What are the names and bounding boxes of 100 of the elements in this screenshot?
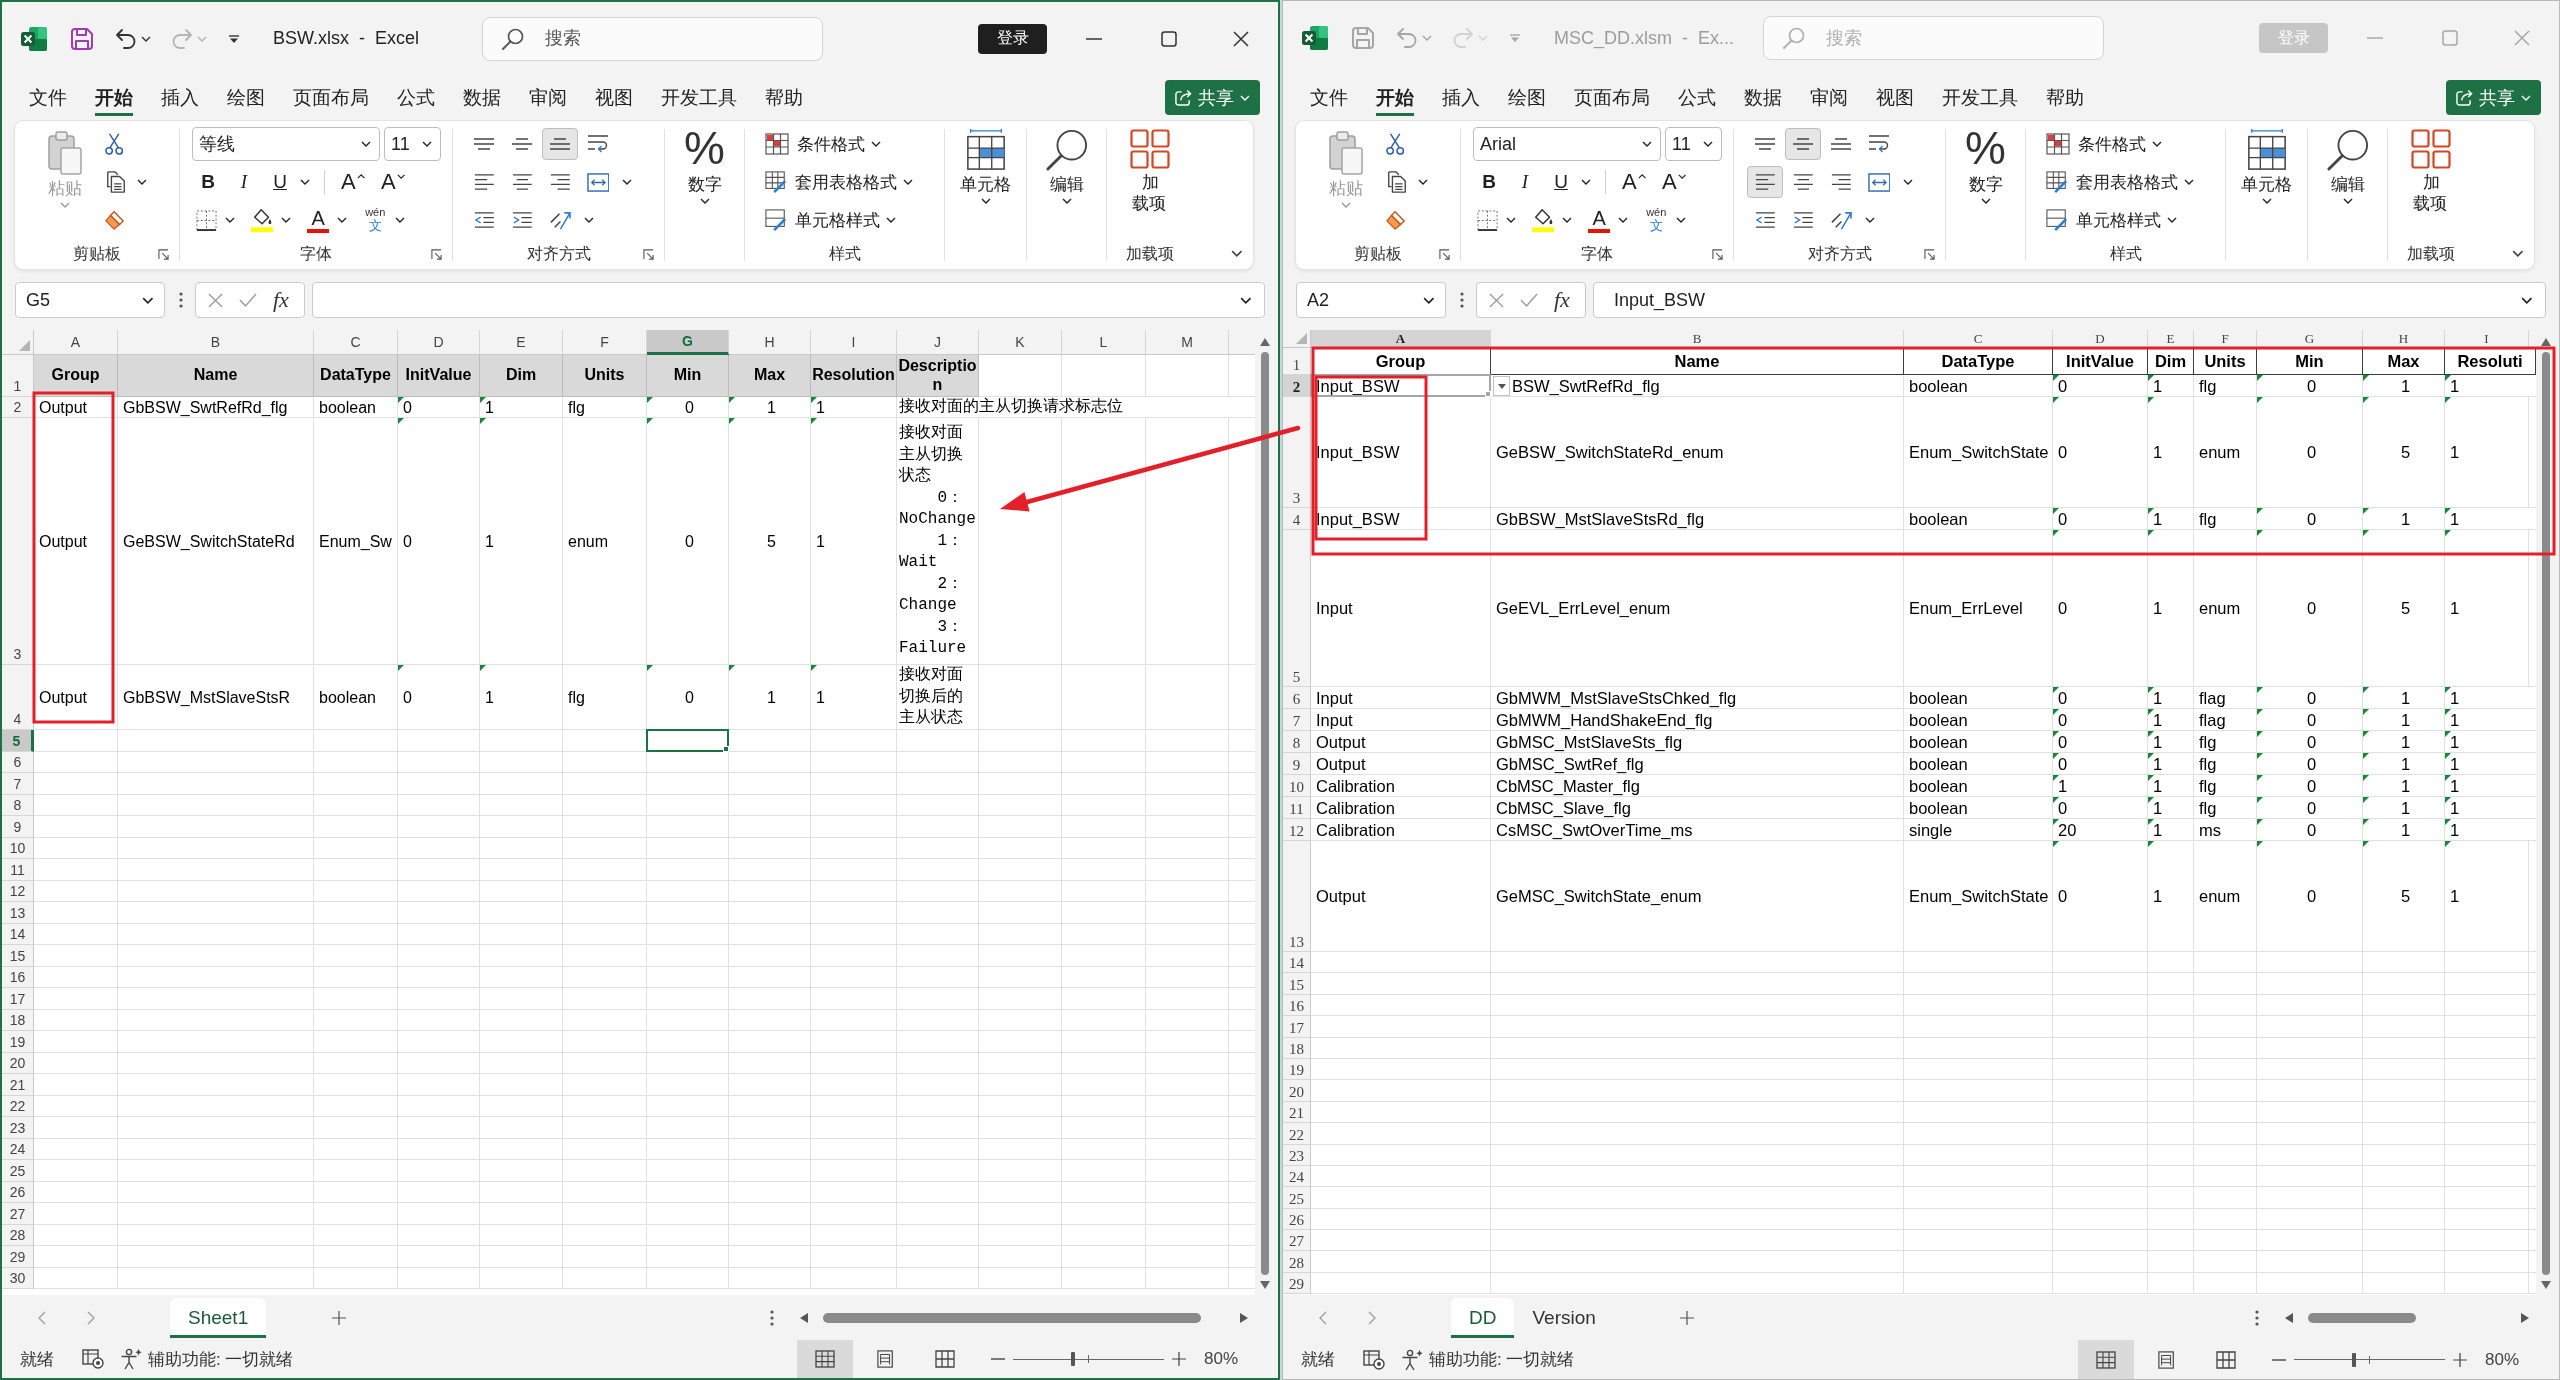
sign-in-button[interactable]: 登录	[978, 23, 1047, 54]
row-header[interactable]: 3	[1283, 397, 1311, 508]
scroll-left-icon[interactable]	[800, 1312, 808, 1323]
row-header[interactable]: 11	[2, 859, 34, 881]
row-header[interactable]: 13	[1283, 841, 1311, 952]
corner-arrow-icon[interactable]	[431, 249, 442, 260]
menu-tab[interactable]: 数据	[1744, 79, 1782, 116]
row-header[interactable]: 28	[1283, 1251, 1311, 1273]
row-header[interactable]: 9	[2, 816, 34, 838]
scroll-down-icon[interactable]	[2541, 1281, 2551, 1289]
caret-icon[interactable]	[137, 179, 148, 185]
minus-icon[interactable]	[990, 1358, 1005, 1360]
more-icon[interactable]	[1460, 292, 1464, 308]
row-header[interactable]: 10	[2, 837, 34, 859]
slider-thumb[interactable]	[2352, 1352, 2357, 1367]
more-icon[interactable]	[179, 292, 183, 308]
menu-tab[interactable]: 视图	[595, 79, 633, 116]
number-format-button[interactable]: % 数字	[684, 125, 725, 241]
cell-styles-button[interactable]: 单元格样式	[2046, 204, 2177, 236]
menu-tab[interactable]: 页面布局	[293, 79, 369, 116]
caret-icon[interactable]	[1562, 217, 1573, 223]
zoom-level[interactable]: 80%	[2484, 1349, 2519, 1370]
menu-tab[interactable]: 绘图	[227, 79, 265, 116]
more-icon[interactable]	[770, 1309, 774, 1326]
align-left-button[interactable]	[1747, 166, 1783, 198]
caret-icon[interactable]	[2512, 250, 2524, 257]
menu-tab[interactable]: 帮助	[2046, 79, 2084, 116]
row-header[interactable]: 27	[1283, 1230, 1311, 1252]
name-box[interactable]: A2	[1296, 282, 1446, 318]
row-header[interactable]: 29	[1283, 1272, 1311, 1295]
row-header[interactable]: 26	[2, 1181, 34, 1203]
caret-icon[interactable]	[337, 217, 348, 223]
conditional-format-button[interactable]: 条件格式	[765, 128, 881, 160]
undo-icon[interactable]	[115, 28, 137, 49]
row-header[interactable]: 5	[1283, 530, 1311, 687]
add-ins-button[interactable]: 加载项	[2411, 125, 2451, 241]
menu-tab[interactable]: 开始	[95, 79, 133, 116]
row-header[interactable]: 26	[1283, 1208, 1311, 1231]
grow-font-button[interactable]: A	[335, 167, 371, 197]
slider-thumb[interactable]	[1071, 1352, 1076, 1366]
name-box[interactable]: G5	[15, 282, 165, 318]
align-middle-button[interactable]	[1785, 128, 1821, 160]
bold-button[interactable]: B	[1473, 167, 1505, 197]
search-field[interactable]: 搜索	[482, 16, 823, 61]
sheet-tab[interactable]: Version	[1514, 1297, 1614, 1338]
row-header[interactable]: 12	[1283, 819, 1311, 841]
save-icon[interactable]	[71, 27, 93, 50]
dotted-grid-icon[interactable]	[1477, 209, 1498, 231]
row-header[interactable]: 16	[1283, 994, 1311, 1017]
row-header[interactable]: 1	[1283, 348, 1311, 375]
number-format-button[interactable]: % 数字	[1965, 125, 2006, 241]
format-as-table-button[interactable]: 套用表格格式	[2046, 166, 2194, 198]
underline-button[interactable]: U	[1545, 167, 1577, 197]
scissors-icon[interactable]	[1386, 133, 1405, 155]
column-header[interactable]: G	[647, 330, 729, 355]
caret-icon[interactable]	[395, 217, 406, 223]
row-header[interactable]: 15	[2, 945, 34, 967]
font-name-field[interactable]: Arial	[1473, 127, 1661, 161]
dropdown-button[interactable]	[1493, 376, 1510, 396]
accessibility-button[interactable]: 辅助功能: 一切就绪	[120, 1347, 294, 1371]
function-button[interactable]: fx	[273, 287, 289, 313]
editing-button[interactable]: 编辑	[2326, 125, 2369, 241]
row-header[interactable]: 6	[1283, 687, 1311, 709]
shrink-font-button[interactable]: A	[375, 167, 411, 197]
paintbrush-icon[interactable]	[105, 210, 125, 230]
menu-tab[interactable]: 开发工具	[661, 79, 737, 116]
menu-tab[interactable]: 公式	[1678, 79, 1716, 116]
column-header[interactable]: A	[1311, 330, 1491, 348]
row-header[interactable]: 18	[2, 1009, 34, 1031]
row-header[interactable]: 12	[2, 880, 34, 902]
corner-arrow-icon[interactable]	[158, 249, 169, 260]
menu-tab[interactable]: 开始	[1376, 79, 1414, 116]
row-header[interactable]: 6	[2, 751, 34, 773]
caret-icon[interactable]	[584, 217, 594, 223]
caret-icon[interactable]	[1506, 217, 1516, 223]
row-header[interactable]: 19	[2, 1031, 34, 1053]
cross-icon[interactable]	[1489, 292, 1504, 308]
scroll-right-icon[interactable]	[1240, 1312, 1248, 1323]
scroll-down-icon[interactable]	[1260, 1281, 1270, 1289]
row-header[interactable]: 4	[1283, 508, 1311, 530]
row-header[interactable]: 17	[1283, 1016, 1311, 1038]
row-header[interactable]: 22	[1283, 1123, 1311, 1145]
cross-icon[interactable]	[208, 292, 223, 308]
row-header[interactable]: 16	[2, 966, 34, 988]
scroll-left-icon[interactable]	[2285, 1312, 2293, 1323]
row-header[interactable]: 30	[2, 1267, 34, 1289]
row-header[interactable]: 21	[2, 1074, 34, 1096]
view-button[interactable]	[796, 1340, 853, 1378]
paint-bucket-icon[interactable]	[251, 208, 274, 232]
caret-icon[interactable]	[1581, 179, 1591, 185]
row-header[interactable]: 20	[1283, 1080, 1311, 1102]
row-header[interactable]: 24	[2, 1138, 34, 1160]
row-header[interactable]: 18	[1283, 1037, 1311, 1059]
caret-icon[interactable]	[622, 179, 632, 185]
menu-tab[interactable]: 帮助	[765, 79, 803, 116]
app-logo-icon[interactable]	[21, 26, 47, 51]
menu-tab[interactable]: 绘图	[1508, 79, 1546, 116]
copy-icon[interactable]	[1386, 171, 1407, 193]
caret-icon[interactable]	[300, 179, 310, 185]
caret-icon[interactable]	[281, 217, 292, 223]
